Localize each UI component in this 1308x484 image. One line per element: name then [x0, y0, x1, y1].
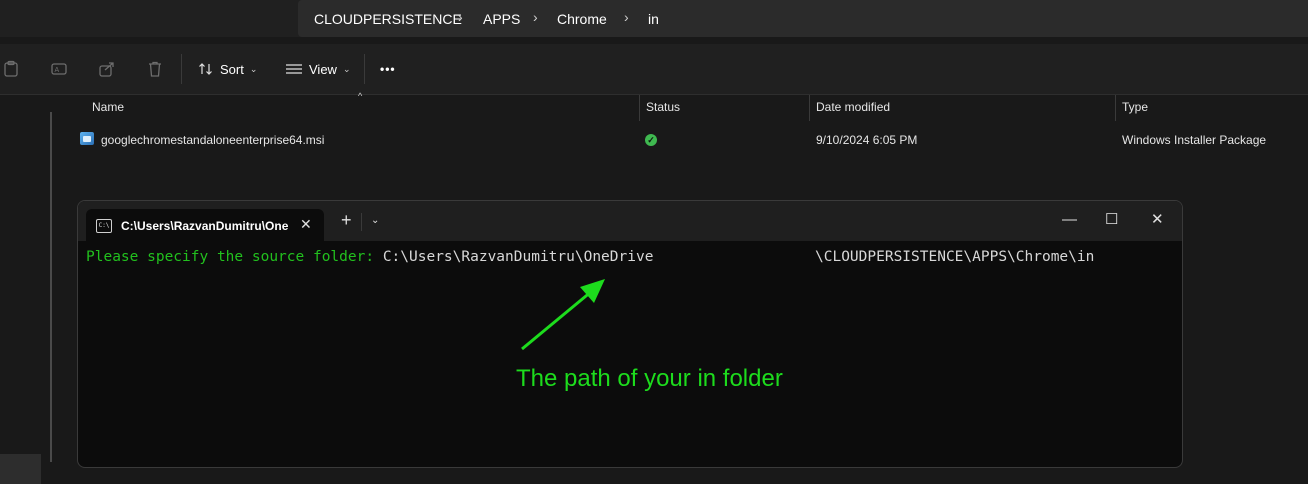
- chevron-down-icon: ⌄: [249, 63, 258, 74]
- minimize-icon[interactable]: —: [1062, 211, 1077, 229]
- delete-icon[interactable]: [146, 60, 164, 78]
- chevron-right-icon[interactable]: ›: [624, 9, 629, 25]
- terminal-path-end: \CLOUDPERSISTENCE\APPS\Chrome\in: [815, 249, 1095, 265]
- see-more-button[interactable]: •••: [380, 59, 396, 79]
- chevron-right-icon[interactable]: ›: [533, 9, 538, 25]
- sort-button[interactable]: Sort ⌄: [198, 59, 257, 79]
- close-tab-icon[interactable]: ✕: [300, 216, 312, 233]
- terminal-window: C:\ C:\Users\RazvanDumitru\One ✕ + ⌄ — ☐…: [77, 200, 1183, 468]
- divider: [361, 213, 362, 231]
- terminal-path-start: C:\Users\RazvanDumitru\OneDrive: [382, 249, 654, 265]
- new-tab-icon[interactable]: +: [341, 211, 352, 229]
- command-bar: A Sort ⌄ View ⌄ •••: [0, 44, 1308, 95]
- annotation-arrow-icon: [521, 279, 605, 351]
- close-icon[interactable]: ✕: [1151, 211, 1164, 229]
- svg-text:A: A: [55, 67, 60, 74]
- tab-title: C:\Users\RazvanDumitru\One: [121, 219, 289, 233]
- sort-label: Sort: [220, 61, 244, 77]
- sort-icon: [199, 63, 212, 75]
- column-divider[interactable]: [809, 95, 810, 121]
- breadcrumb-item-cloudpersistence[interactable]: CLOUDPERSISTENCE: [314, 11, 462, 27]
- navigation-selected-item[interactable]: [0, 454, 41, 484]
- divider: [364, 54, 365, 84]
- column-header-status[interactable]: Status: [646, 100, 680, 114]
- address-bar: CLOUDPERSISTENCE › APPS › Chrome › in: [0, 0, 1308, 37]
- divider: [181, 54, 182, 84]
- msi-file-icon: [80, 132, 94, 145]
- column-divider[interactable]: [1115, 95, 1116, 121]
- terminal-tab[interactable]: C:\ C:\Users\RazvanDumitru\One ✕: [86, 209, 324, 241]
- sort-ascending-icon: ^: [358, 91, 363, 101]
- annotation-label: The path of your in folder: [516, 365, 783, 392]
- chevron-down-icon[interactable]: ⌄: [371, 215, 379, 226]
- chevron-right-icon[interactable]: ›: [458, 9, 463, 25]
- sync-status-icon: ✓: [645, 134, 657, 146]
- paste-icon[interactable]: [2, 60, 20, 78]
- terminal-output-line: Please specify the source folder: C:\Use…: [86, 249, 653, 265]
- maximize-icon[interactable]: ☐: [1105, 211, 1118, 229]
- terminal-prompt: Please specify the source folder:: [86, 249, 383, 265]
- breadcrumb-item-in[interactable]: in: [648, 11, 659, 27]
- view-icon: [286, 64, 302, 74]
- navigation-scrollbar[interactable]: [50, 112, 52, 462]
- share-icon[interactable]: [98, 60, 116, 78]
- view-button[interactable]: View ⌄: [285, 59, 351, 79]
- navigation-pane: [0, 95, 56, 484]
- rename-icon[interactable]: A: [50, 60, 68, 78]
- file-date-modified: 9/10/2024 6:05 PM: [816, 133, 918, 147]
- file-type: Windows Installer Package: [1122, 133, 1267, 147]
- view-label: View: [309, 61, 337, 77]
- file-name: googlechromestandaloneenterprise64.msi: [101, 133, 325, 147]
- terminal-icon: C:\: [96, 219, 112, 233]
- chevron-down-icon: ⌄: [342, 63, 351, 74]
- breadcrumb-item-apps[interactable]: APPS: [483, 11, 520, 27]
- terminal-titlebar: C:\ C:\Users\RazvanDumitru\One ✕ + ⌄ — ☐…: [78, 201, 1182, 241]
- column-divider[interactable]: [639, 95, 640, 121]
- column-header-type[interactable]: Type: [1122, 100, 1148, 114]
- column-header-name[interactable]: Name: [92, 100, 124, 114]
- column-header-date-modified[interactable]: Date modified: [816, 100, 890, 114]
- breadcrumb-item-chrome[interactable]: Chrome: [557, 11, 607, 27]
